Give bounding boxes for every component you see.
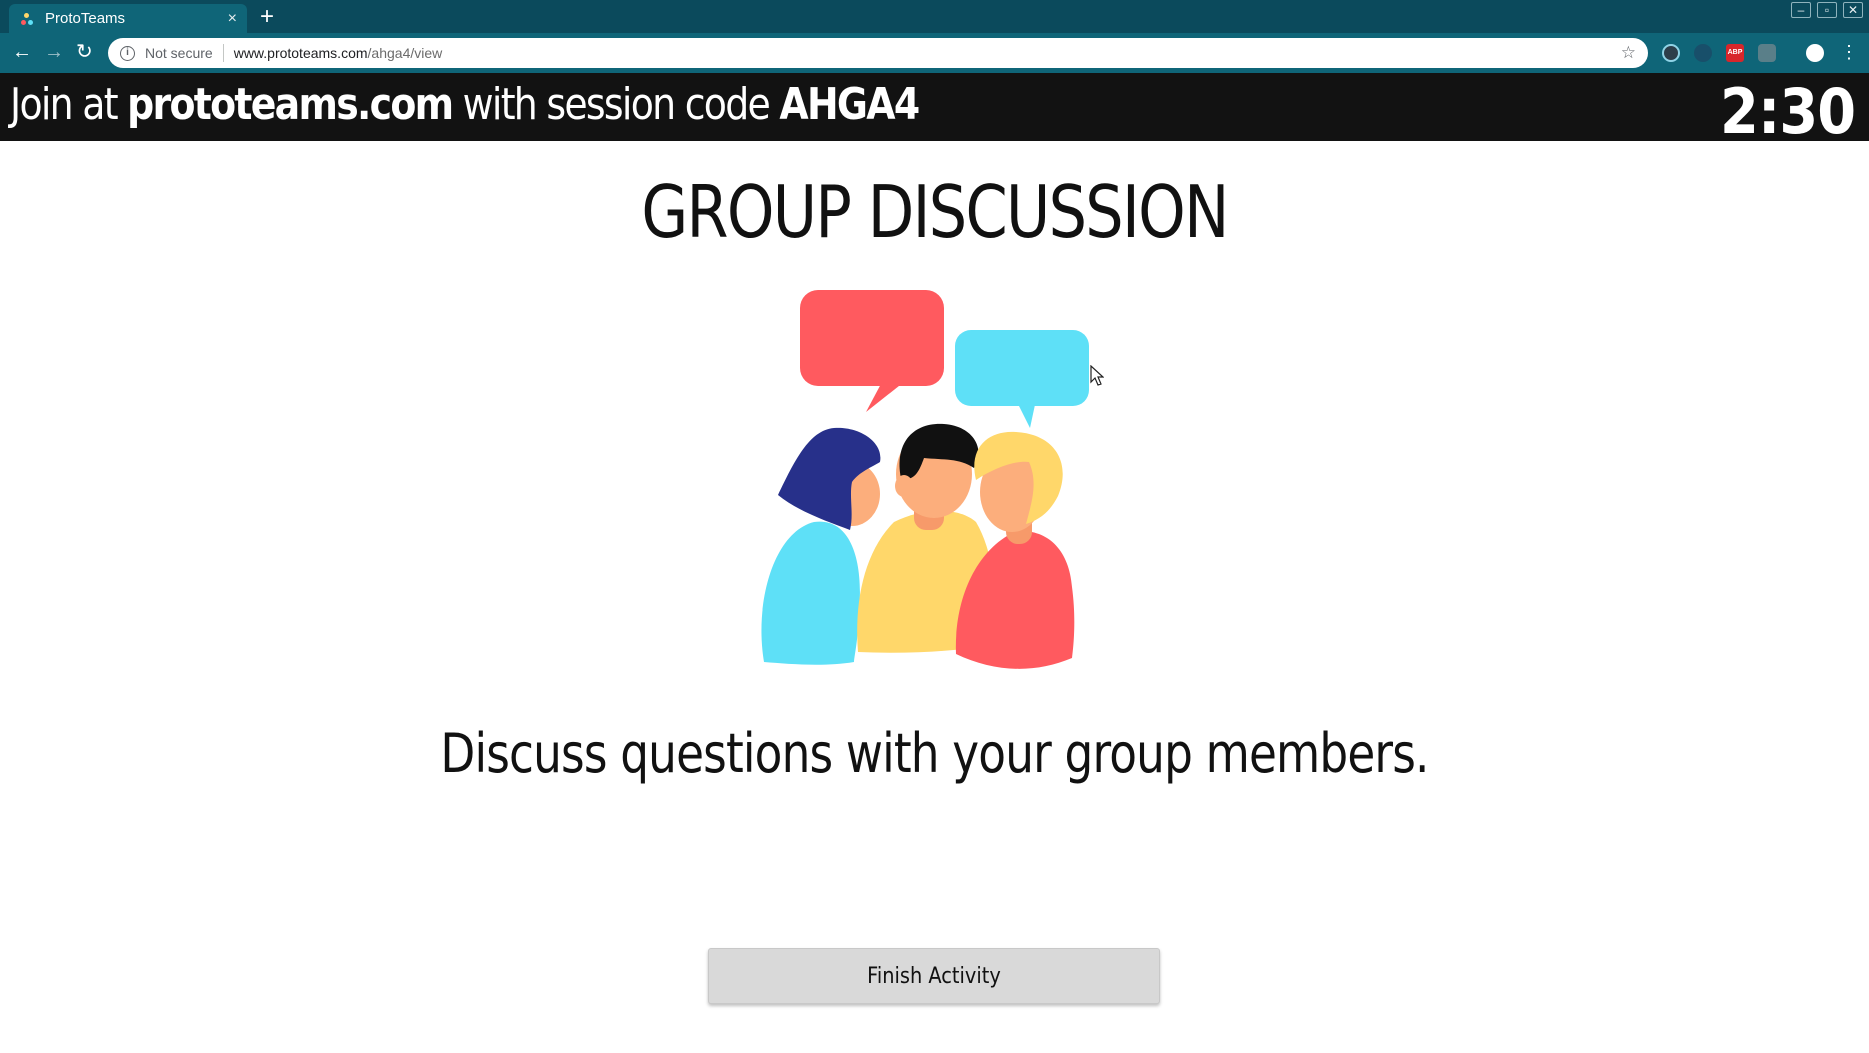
url-path: /ahga4/view xyxy=(367,45,443,61)
react-devtools-icon[interactable] xyxy=(1662,44,1680,62)
download-icon[interactable] xyxy=(1758,44,1776,62)
browser-tab-bar: ProtoTeams × + – ▫ ✕ xyxy=(0,0,1869,33)
address-bar[interactable]: i Not secure www.prototeams.com /ahga4/v… xyxy=(108,38,1648,68)
security-label: Not secure xyxy=(145,45,213,61)
info-icon[interactable]: i xyxy=(120,45,135,61)
reload-icon[interactable]: ↻ xyxy=(76,41,93,63)
minimize-button[interactable]: – xyxy=(1791,2,1811,18)
activity-instruction: Discuss questions with your group member… xyxy=(440,722,1429,785)
prototeams-favicon-icon xyxy=(19,11,35,27)
profile-icon[interactable] xyxy=(1806,44,1824,62)
group-discussion-illustration xyxy=(761,290,1089,669)
site-name: prototeams.com xyxy=(127,79,454,130)
restore-button[interactable]: ▫ xyxy=(1817,2,1837,18)
close-window-button[interactable]: ✕ xyxy=(1843,2,1863,18)
join-prefix: Join at xyxy=(10,79,128,130)
adblock-plus-icon[interactable]: ABP xyxy=(1726,44,1744,62)
red-speech-bubble-icon xyxy=(800,290,944,412)
activity-title: GROUP DISCUSSION xyxy=(641,170,1229,254)
url-host: www.prototeams.com xyxy=(233,45,368,61)
session-banner: Join at prototeams.com with session code… xyxy=(0,73,1869,148)
countdown-timer: 2:30 xyxy=(1719,75,1856,148)
back-arrow-icon[interactable]: ← xyxy=(12,41,32,63)
finish-activity-button[interactable]: Finish Activity xyxy=(708,948,1160,1004)
tab-title: ProtoTeams xyxy=(45,10,126,27)
join-middle: with session code xyxy=(452,79,780,130)
menu-icon[interactable]: ⋮ xyxy=(1840,41,1858,63)
window-controls: – ▫ ✕ xyxy=(1791,2,1863,18)
forward-arrow-icon[interactable]: → xyxy=(44,41,64,63)
mouse-pointer-icon xyxy=(1090,365,1104,386)
blue-speech-bubble-icon xyxy=(955,330,1089,428)
address-divider xyxy=(222,44,224,62)
join-instructions: Join at prototeams.com with session code… xyxy=(10,79,920,130)
new-tab-button[interactable]: + xyxy=(260,3,274,31)
tab-close-icon[interactable]: × xyxy=(228,10,237,28)
browser-tab[interactable]: ProtoTeams × xyxy=(9,4,247,33)
extension-icon[interactable] xyxy=(1694,44,1712,62)
finish-activity-label: Finish Activity xyxy=(867,963,1001,989)
session-code: AHGA4 xyxy=(779,79,920,130)
star-icon[interactable]: ☆ xyxy=(1621,43,1636,63)
browser-toolbar: ← → ↻ i Not secure www.prototeams.com /a… xyxy=(0,33,1869,73)
